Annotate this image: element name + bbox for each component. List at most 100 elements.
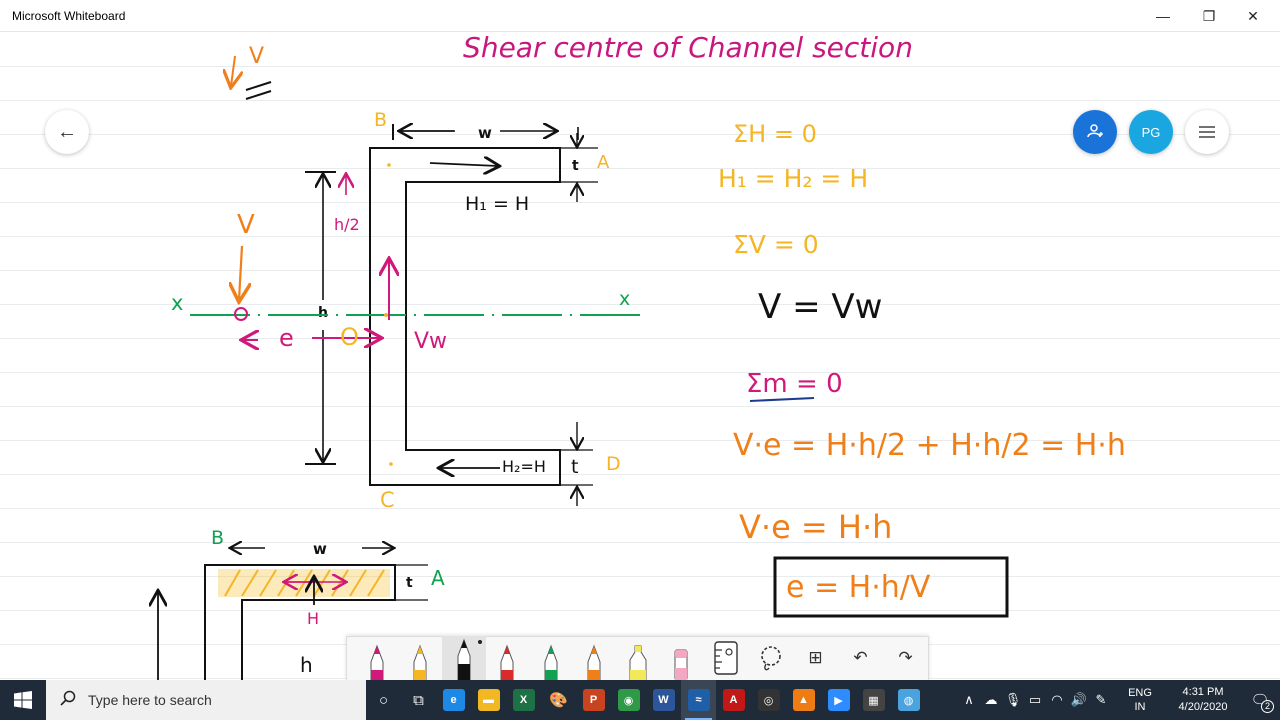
app-title: Microsoft Whiteboard	[12, 9, 126, 23]
paint-icon: 🎨	[549, 692, 568, 709]
d2-a-label: A	[431, 566, 445, 590]
pen-red-tool[interactable]	[486, 636, 530, 680]
title-bar: Microsoft Whiteboard — ❐ ✕	[0, 0, 1280, 32]
corner-v-arrow	[231, 55, 235, 86]
taskbar-app-file-explorer[interactable]: ▬	[471, 680, 506, 720]
back-button[interactable]: ←	[45, 110, 89, 154]
edge-icon: e	[442, 689, 465, 711]
system-tray: ∧ ☁ 🎙 ▭ ◠ 🔊 ✎ ENG IN 4:31 PM 4/20/2020 🗨…	[958, 680, 1280, 720]
lasso-icon	[748, 636, 793, 680]
taskbar-app-powerpoint[interactable]: P	[576, 680, 611, 720]
e-label: e	[279, 324, 294, 352]
globe-app-icon: ◍	[897, 689, 920, 711]
d2-b-label: B	[211, 527, 224, 549]
eq-result: e = H·h/V	[786, 570, 931, 605]
volume-icon[interactable]: 🔊	[1068, 692, 1090, 708]
h-half-label: h/2	[334, 215, 360, 234]
obs-icon: ◎	[757, 689, 780, 711]
pen-yellow-tool[interactable]	[399, 636, 443, 680]
pen-green-icon	[544, 644, 558, 680]
tray-chevron-icon[interactable]: ∧	[958, 692, 980, 708]
taskbar-app-paint[interactable]: 🎨	[541, 680, 576, 720]
v-force-label: V	[237, 210, 255, 240]
ruler-tool[interactable]	[703, 636, 748, 680]
h1-arrow	[429, 163, 498, 166]
eraser-tool[interactable]	[660, 636, 704, 680]
taskbar-app-acrobat[interactable]: A	[716, 680, 751, 720]
eq-h1-h2: H₁ = H₂ = H	[718, 164, 868, 193]
highlighter-tool[interactable]	[616, 636, 660, 680]
eq-sum-m: Σm = 0	[746, 369, 843, 399]
taskbar-app-calculator[interactable]: ▦	[856, 680, 891, 720]
d2-t-label: t	[406, 575, 413, 591]
w-label: w	[478, 124, 492, 142]
action-center-button[interactable]: 🗨 2	[1240, 692, 1280, 713]
pen-black-icon	[457, 638, 471, 680]
d2-hh-label: h	[300, 653, 313, 677]
taskbar-app-edge[interactable]: e	[436, 680, 471, 720]
eq-moment2: V·e = H·h	[739, 508, 892, 546]
language-indicator[interactable]: ENG IN	[1118, 686, 1162, 714]
settings-menu-button[interactable]	[1185, 110, 1229, 154]
pen-orange-icon	[587, 644, 601, 680]
x-axis-right-label: x	[619, 288, 630, 310]
pen-workspace-icon[interactable]: ✎	[1090, 692, 1112, 708]
search-icon	[60, 690, 76, 711]
eq-sum-h: ΣH = 0	[733, 120, 817, 148]
pen-magenta-tool[interactable]	[355, 636, 399, 680]
language-line1: ENG	[1128, 687, 1152, 699]
taskbar-app-obs[interactable]: ◎	[751, 680, 786, 720]
file-explorer-icon: ▬	[477, 689, 500, 711]
corner-mark-2	[245, 90, 272, 100]
pen-orange-tool[interactable]	[573, 636, 617, 680]
clock-time: 4:31 PM	[1182, 686, 1224, 698]
dot-c	[389, 462, 393, 466]
close-button[interactable]: ✕	[1230, 0, 1276, 32]
wifi-icon[interactable]: ◠	[1046, 692, 1068, 708]
notification-count: 2	[1261, 699, 1274, 713]
h1-label: H₁ = H	[465, 193, 529, 215]
taskbar-app-chrome[interactable]: ◉	[611, 680, 646, 720]
undo-button[interactable]: ↶	[838, 636, 883, 680]
vw-label: Vw	[414, 329, 447, 354]
profile-avatar[interactable]: PG	[1129, 110, 1173, 154]
onedrive-icon[interactable]: ☁	[980, 692, 1002, 708]
taskbar-app-excel[interactable]: X	[506, 680, 541, 720]
hamburger-icon	[1199, 122, 1215, 143]
taskbar-app-vlc[interactable]: ▲	[786, 680, 821, 720]
pen-magenta-icon	[370, 644, 384, 680]
undo-icon: ↶	[853, 648, 868, 667]
whiteboard-canvas[interactable]: Shear centre of Channel section V B A C …	[0, 33, 1280, 680]
restore-button[interactable]: ❐	[1186, 0, 1232, 32]
d2-w-label: w	[313, 540, 327, 558]
windows-logo-icon	[14, 691, 32, 709]
taskbar-apps: ○ ⧉ e ▬ X 🎨 P ◉ W ≈ A ◎ ▲ ▶ ▦ ◍	[366, 680, 926, 720]
add-content-button[interactable]: ⊞	[793, 636, 838, 680]
clock[interactable]: 4:31 PM 4/20/2020	[1166, 685, 1240, 715]
lasso-tool[interactable]	[748, 636, 793, 680]
pen-toolbar: ⊞ ↶ ↷	[346, 636, 929, 680]
taskbar-app-task-view[interactable]: ⧉	[401, 680, 436, 720]
start-button[interactable]	[0, 680, 46, 720]
point-c-label: C	[380, 488, 395, 512]
cortana-icon: ○	[378, 691, 389, 709]
taskbar-app-whiteboard[interactable]: ≈	[681, 680, 716, 720]
taskbar-search[interactable]: Type here to search	[46, 680, 366, 720]
microphone-icon[interactable]: 🎙	[1002, 692, 1024, 708]
pen-black-tool[interactable]	[442, 636, 486, 680]
h2-label: H₂=H	[502, 457, 546, 476]
minimize-button[interactable]: —	[1140, 0, 1186, 32]
pen-green-tool[interactable]	[529, 636, 573, 680]
taskbar-app-globe-app[interactable]: ◍	[891, 680, 926, 720]
redo-button[interactable]: ↷	[883, 636, 928, 680]
battery-icon[interactable]: ▭	[1024, 692, 1046, 708]
taskbar-app-word[interactable]: W	[646, 680, 681, 720]
dot-b	[387, 163, 391, 167]
taskbar-app-zoom[interactable]: ▶	[821, 680, 856, 720]
whiteboard-icon: ≈	[687, 689, 710, 711]
taskbar-app-cortana[interactable]: ○	[366, 680, 401, 720]
vlc-icon: ▲	[792, 689, 815, 711]
invite-people-button[interactable]	[1073, 110, 1117, 154]
powerpoint-icon: P	[582, 689, 605, 711]
add-person-icon	[1086, 122, 1104, 143]
